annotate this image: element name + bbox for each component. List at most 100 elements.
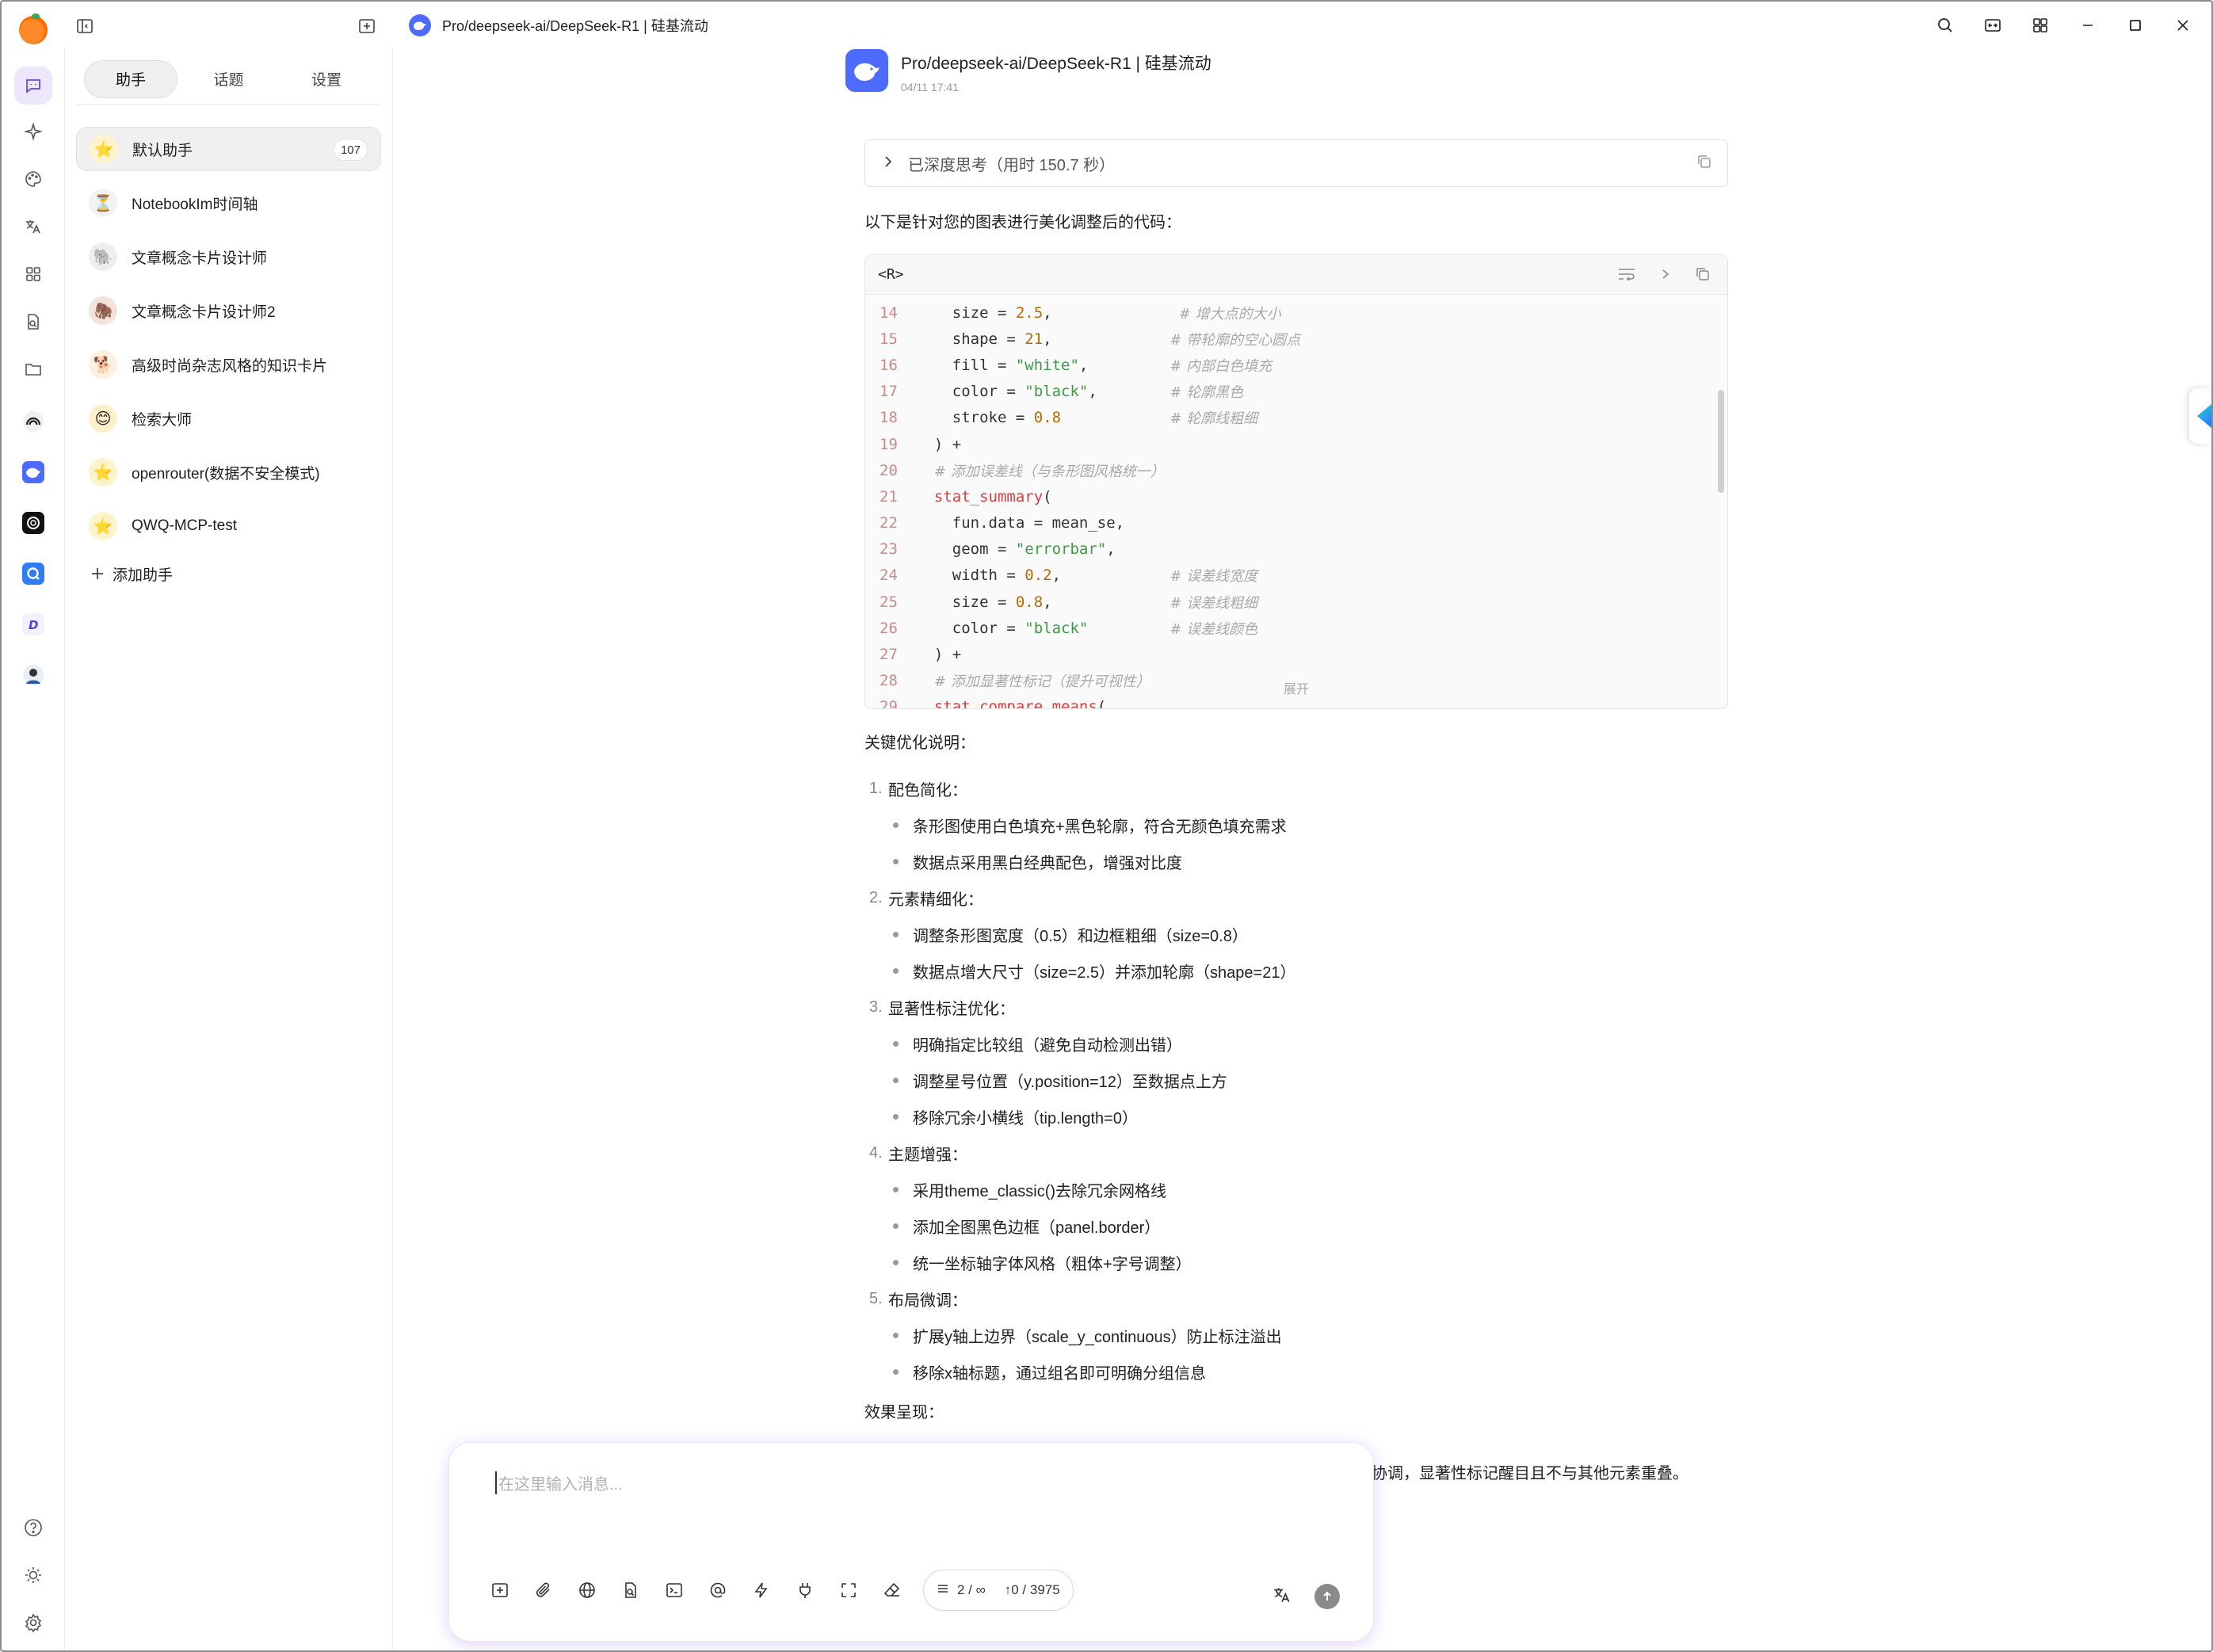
expand-code-button[interactable]: 展开 bbox=[1284, 678, 1309, 697]
assistant-name: 文章概念卡片设计师 bbox=[132, 250, 268, 267]
code-line: 25 size = 0.8, # 误差线粗细 bbox=[865, 589, 1727, 615]
code-token: ( bbox=[1097, 698, 1107, 709]
line-number: 27 bbox=[879, 646, 898, 664]
knowledge-base-icon[interactable] bbox=[618, 1578, 643, 1603]
thinking-collapse[interactable]: 已深度思考（用时 150.7 秒） bbox=[864, 139, 1728, 187]
run-chevron-icon[interactable] bbox=[1659, 265, 1672, 287]
copy-code-icon[interactable] bbox=[1694, 265, 1711, 287]
tab-settings[interactable]: 设置 bbox=[280, 60, 373, 98]
bullet-text: 扩展y轴上边界（scale_y_continuous）防止标注溢出 bbox=[913, 1328, 1282, 1346]
maximize-button[interactable] bbox=[2121, 11, 2150, 40]
theme-sun-icon[interactable] bbox=[19, 1561, 48, 1589]
assistant-name: QWQ-MCP-test bbox=[132, 517, 237, 534]
line-number: 16 bbox=[879, 356, 898, 374]
apps-grid-icon[interactable] bbox=[19, 260, 48, 288]
wrap-icon[interactable] bbox=[1616, 265, 1637, 287]
code-line: 18 stroke = 0.8 # 轮廓线粗细 bbox=[865, 405, 1727, 431]
assistant-avatar: 😊 bbox=[89, 404, 117, 433]
user-avatar[interactable] bbox=[19, 661, 48, 689]
code-token: color = bbox=[916, 383, 1025, 401]
item-title: 布局微调： bbox=[888, 1291, 967, 1310]
topic-count-badge: 107 bbox=[333, 139, 368, 161]
palette-paint-icon[interactable] bbox=[19, 165, 48, 193]
context-counter[interactable]: 2 / ∞ ↑0 / 3975 bbox=[923, 1570, 1074, 1611]
arrow-up-icon bbox=[1323, 1591, 1331, 1600]
folder-icon[interactable] bbox=[19, 355, 48, 383]
narrow-mode-icon[interactable] bbox=[1978, 11, 2007, 40]
chat-area: Pro/deepseek-ai/DeepSeek-R1 | 硅基流动 04/11… bbox=[394, 49, 2211, 1650]
chat-icon[interactable] bbox=[14, 67, 52, 105]
mention-at-icon[interactable] bbox=[705, 1578, 731, 1603]
bullet-dot bbox=[893, 1113, 899, 1120]
assistant-item[interactable]: ⭐ QWQ-MCP-test bbox=[76, 504, 381, 548]
code-token: , bbox=[1043, 303, 1179, 322]
clear-eraser-icon[interactable] bbox=[879, 1578, 905, 1603]
assistant-item[interactable]: 😊 检索大师 bbox=[76, 396, 381, 441]
assistant-avatar: 🦣 bbox=[89, 296, 117, 325]
assistant-item[interactable]: ⭐ openrouter(数据不安全模式) bbox=[76, 450, 381, 494]
miniapp-deepseek-icon[interactable] bbox=[19, 458, 48, 486]
close-button[interactable] bbox=[2169, 11, 2197, 40]
bullet-item: 移除冗余小横线（tip.length=0） bbox=[864, 1098, 1728, 1135]
code-token: geom = bbox=[916, 540, 1016, 559]
assistant-name: 文章概念卡片设计师2 bbox=[132, 303, 276, 321]
attachment-icon[interactable] bbox=[531, 1578, 556, 1603]
miniapp-openai-icon[interactable] bbox=[19, 509, 48, 537]
fullscreen-icon[interactable] bbox=[836, 1578, 861, 1603]
search-icon[interactable] bbox=[1931, 11, 1959, 40]
sparkle-agents-icon[interactable] bbox=[19, 117, 48, 146]
assistant-name: NotebookIm时间轴 bbox=[132, 196, 258, 213]
code-token: 0.2 bbox=[1024, 567, 1052, 585]
terminal-icon[interactable] bbox=[662, 1578, 687, 1603]
window-title: Pro/deepseek-ai/DeepSeek-R1 | 硅基流动 bbox=[409, 14, 708, 36]
send-button[interactable] bbox=[1314, 1584, 1340, 1609]
code-token: 0.8 bbox=[1015, 593, 1044, 611]
miniapp-q-icon[interactable] bbox=[19, 559, 48, 588]
new-topic-icon[interactable] bbox=[487, 1578, 513, 1603]
translate-icon[interactable] bbox=[19, 212, 48, 241]
assistant-item[interactable]: 🐕 高级时尚杂志风格的知识卡片 bbox=[76, 342, 381, 387]
code-scrollbar[interactable] bbox=[1718, 390, 1724, 493]
assistant-name: 高级时尚杂志风格的知识卡片 bbox=[132, 357, 328, 375]
knowledge-file-icon[interactable] bbox=[19, 307, 48, 336]
copy-icon[interactable] bbox=[1696, 153, 1713, 175]
assistant-item[interactable]: ⭐ 默认助手 107 bbox=[76, 127, 381, 171]
assistant-item[interactable]: ⏳ NotebookIm时间轴 bbox=[76, 181, 381, 225]
line-number: 17 bbox=[879, 383, 898, 401]
floating-side-widget[interactable] bbox=[2189, 388, 2211, 444]
settings-gear-icon[interactable] bbox=[19, 1608, 48, 1637]
minapp-grid-icon[interactable] bbox=[2026, 11, 2055, 40]
code-token: ) + bbox=[916, 435, 962, 453]
assistant-item[interactable]: 🦣 文章概念卡片设计师2 bbox=[76, 288, 381, 333]
quick-phrase-bolt-icon[interactable] bbox=[749, 1578, 774, 1603]
tab-topics[interactable]: 话题 bbox=[182, 60, 276, 98]
miniapp-rainbow-icon[interactable] bbox=[19, 407, 48, 436]
tab-assistants[interactable]: 助手 bbox=[84, 59, 177, 98]
code-token: 21 bbox=[1024, 330, 1044, 348]
bullet-dot bbox=[893, 1077, 899, 1083]
key-notes-title: 关键优化说明： bbox=[864, 734, 975, 752]
minimize-button[interactable] bbox=[2074, 11, 2102, 40]
assistant-item[interactable]: 🐘 文章概念卡片设计师 bbox=[76, 235, 381, 279]
translate-icon[interactable] bbox=[1272, 1585, 1292, 1609]
bullet-item: 明确指定比较组（避免自动检测出错） bbox=[864, 1025, 1728, 1062]
sidebar-toggle-icon[interactable] bbox=[71, 13, 98, 40]
new-topic-icon[interactable] bbox=[353, 13, 380, 40]
add-assistant-button[interactable]: 添加助手 bbox=[76, 558, 381, 589]
mcp-plug-icon[interactable] bbox=[792, 1578, 818, 1603]
web-search-globe-icon[interactable] bbox=[574, 1578, 600, 1603]
assistant-avatar: ⭐ bbox=[90, 135, 118, 163]
code-line: 26 color = "black" # 误差线颜色 bbox=[865, 615, 1727, 641]
item-number: 1. bbox=[869, 779, 883, 797]
message-input[interactable]: 在这里输入消息... bbox=[495, 1471, 623, 1494]
item-number: 4. bbox=[869, 1143, 883, 1162]
miniapp-d-icon[interactable]: D bbox=[19, 610, 48, 639]
bullet-dot bbox=[893, 1332, 899, 1338]
bullet-text: 调整条形图宽度（0.5）和边框粗细（size=0.8） bbox=[913, 927, 1248, 945]
plus-icon bbox=[92, 568, 103, 579]
code-token: size = bbox=[916, 593, 1016, 611]
code-token: fun.data = mean_se, bbox=[916, 514, 1125, 532]
bullet-text: 明确指定比较组（避免自动检测出错） bbox=[913, 1036, 1182, 1055]
help-icon[interactable] bbox=[19, 1513, 48, 1542]
